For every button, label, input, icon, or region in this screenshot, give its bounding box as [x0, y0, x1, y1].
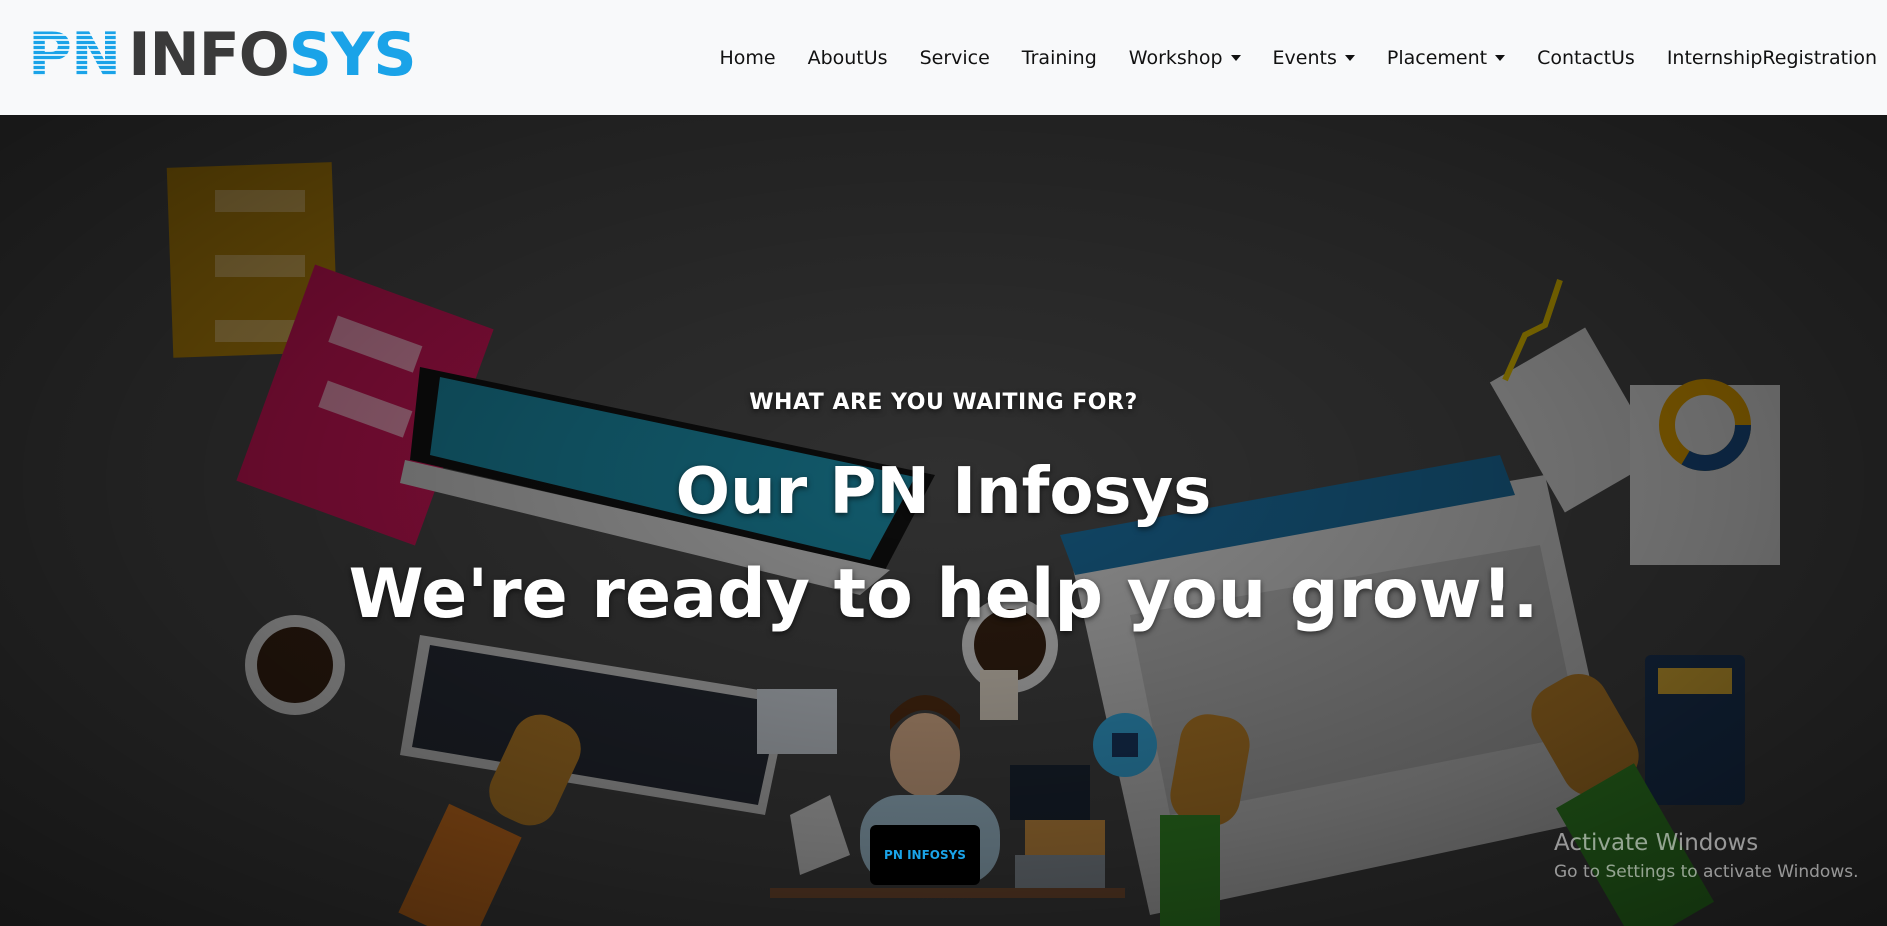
nav-workshop-label: Workshop	[1128, 46, 1223, 69]
main-nav: Home AboutUs Service Training Workshop E…	[719, 0, 1877, 115]
nav-training[interactable]: Training	[1022, 47, 1097, 69]
nav-placement-dropdown[interactable]: Placement	[1386, 46, 1506, 69]
windows-activation-watermark: Activate Windows Go to Settings to activ…	[1554, 830, 1859, 882]
nav-events-label: Events	[1272, 46, 1337, 69]
nav-aboutus-label: AboutUs	[807, 46, 888, 69]
nav-contactus[interactable]: ContactUs	[1537, 47, 1635, 69]
nav-internship-registration[interactable]: InternshipRegistration	[1667, 47, 1877, 69]
nav-training-label: Training	[1021, 46, 1097, 69]
hero-headline-2: We're ready to help you grow!.	[348, 555, 1539, 634]
watermark-title: Activate Windows	[1554, 830, 1759, 856]
logo-infosys: INFOSYS	[128, 25, 416, 85]
nav-contactus-label: ContactUs	[1537, 46, 1635, 69]
brand-logo[interactable]: PN INFOSYS	[28, 20, 417, 90]
nav-aboutus[interactable]: AboutUs	[808, 47, 888, 69]
nav-workshop-dropdown[interactable]: Workshop	[1129, 47, 1241, 69]
caret-down-icon	[1230, 54, 1241, 61]
illustration-laptop-label: PN INFOSYS	[884, 848, 966, 862]
logo-sys: SYS	[288, 20, 417, 90]
logo-pn: PN	[28, 20, 121, 90]
caret-down-icon	[1495, 54, 1506, 61]
watermark-subtitle: Go to Settings to activate Windows.	[1554, 862, 1859, 882]
hero-section: WHAT ARE YOU WAITING FOR? Our PN Infosys…	[0, 115, 1887, 926]
caret-down-icon	[1344, 54, 1355, 61]
navbar: PN INFOSYS Home AboutUs Service Training…	[0, 0, 1887, 115]
nav-home[interactable]: Home	[719, 47, 775, 69]
nav-home-label: Home	[719, 46, 776, 69]
nav-service[interactable]: Service	[920, 47, 990, 69]
logo-info: INFO	[128, 20, 290, 90]
nav-service-label: Service	[919, 46, 990, 69]
nav-internship-label: InternshipRegistration	[1666, 46, 1877, 69]
nav-placement-label: Placement	[1386, 46, 1488, 69]
nav-events-dropdown[interactable]: Events	[1273, 47, 1355, 69]
hero-kicker: WHAT ARE YOU WAITING FOR?	[749, 390, 1138, 415]
hero-headline-1: Our PN Infosys	[675, 455, 1212, 529]
